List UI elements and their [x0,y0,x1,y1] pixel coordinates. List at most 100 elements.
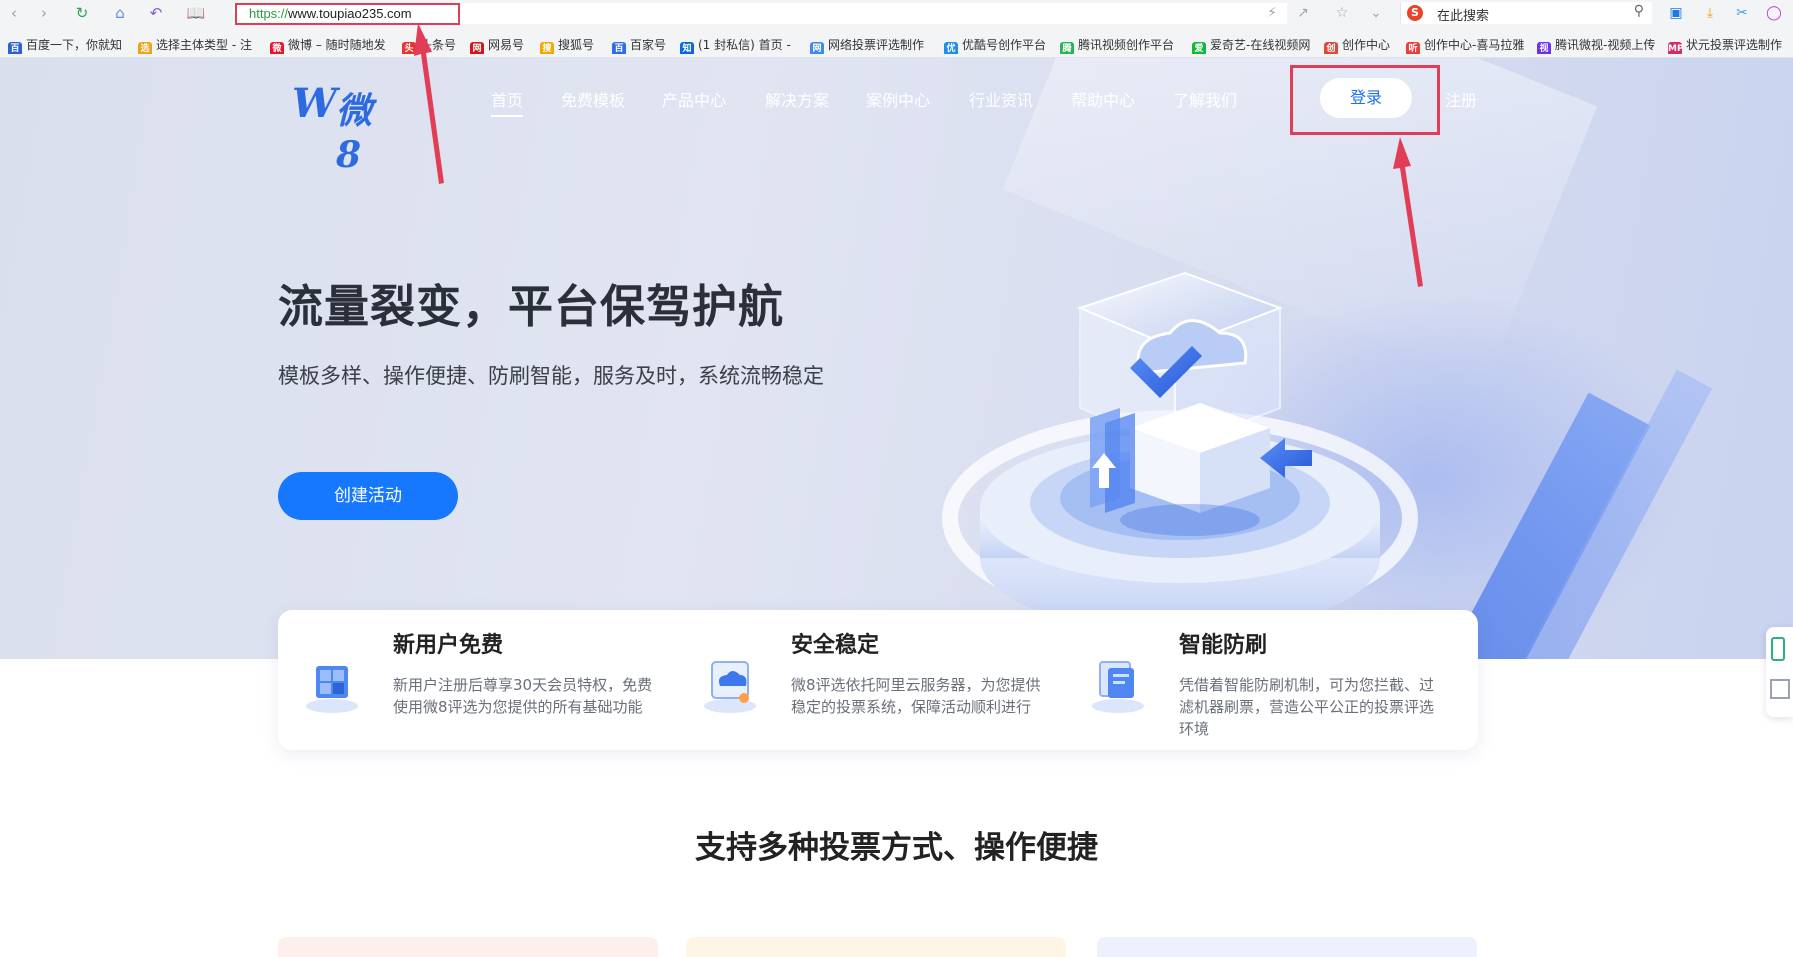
bookmark-label: 创作中心-喜马拉雅 [1424,38,1525,52]
bookmark-label: 百度一下，你就知 [26,38,123,52]
feature-anti-fraud: 智能防刷 凭借着智能防刷机制，可为您拦截、过滤机器刷票，营造公平公正的投票评选环… [1064,610,1478,750]
extension-icon[interactable]: ◯ [1764,3,1784,23]
browser-search[interactable]: S 在此搜索 ⚲ [1400,2,1652,24]
refresh-icon[interactable]: ↻ [72,3,92,23]
bookmark-label: 百家号 [630,38,667,52]
create-activity-button[interactable]: 创建活动 [278,472,458,520]
bookmark-label: 搜狐号 [558,38,595,52]
nav-help[interactable]: 帮助中心 [1071,87,1135,111]
bookmarks-bar: 百百度一下，你就知选选择主体类型 - 注微微博 – 随时随地发头头条号网网易号搜… [0,33,1793,57]
browser-chrome: ‹ › ↻ ⌂ ↶ 📖 https://www.toupiao235.com ⚡… [0,0,1793,58]
bookmark-item[interactable]: 视腾讯微视-视频上传 [1537,36,1663,54]
bookmark-item[interactable]: 听创作中心-喜马拉雅 [1406,36,1532,54]
search-icon[interactable]: ⚲ [1634,3,1644,19]
nav-free-templates[interactable]: 免费模板 [561,87,625,111]
nav-solutions[interactable]: 解决方案 [765,87,829,111]
bookmark-favicon-icon: 头 [402,42,416,54]
feature-desc: 微8评选依托阿里云服务器，为您提供稳定的投票系统，保障活动顺利进行 [791,676,1041,716]
download-icon[interactable]: ⤓ [1700,3,1720,23]
bookmark-favicon-icon: 听 [1406,42,1420,54]
feature-desc: 新用户注册后尊享30天会员特权，免费使用微8评选为您提供的所有基础功能 [393,676,653,716]
share-icon[interactable]: ↗ [1293,3,1313,23]
bookmark-item[interactable]: 搜搜狐号 [540,36,608,54]
bookmark-item[interactable]: 百百度一下，你就知 [8,36,134,54]
bookmark-item[interactable]: 优优酷号创作平台 [944,36,1056,54]
bookmark-item[interactable]: 微微博 – 随时随地发 [270,36,394,54]
bookmark-favicon-icon: 视 [1537,42,1551,54]
bookmark-item[interactable]: 选选择主体类型 - 注 [138,36,266,54]
bookmark-label: 创作中心 [1342,38,1391,52]
bookmark-label: 网络投票评选制作 [828,38,925,52]
vote-type-card[interactable] [1097,937,1477,957]
feature-card: 新用户免费 新用户注册后尊享30天会员特权，免费使用微8评选为您提供的所有基础功… [278,610,1478,750]
vote-type-card[interactable] [278,937,658,957]
bookmark-favicon-icon: 搜 [540,42,554,54]
bookmark-label: 腾讯视频创作平台 [1078,38,1175,52]
bookmark-favicon-icon: 微 [270,42,284,54]
bookmark-item[interactable]: 腾腾讯视频创作平台 [1060,36,1186,54]
browser-toolbar: ‹ › ↻ ⌂ ↶ 📖 https://www.toupiao235.com ⚡… [0,0,1793,27]
section-title: 支持多种投票方式、操作便捷 [695,830,1098,866]
feature-title: 新用户免费 [393,633,504,658]
home-icon[interactable]: ⌂ [110,3,130,23]
bookmark-label: 腾讯微视-视频上传 [1555,38,1656,52]
scissors-icon[interactable]: ✂ [1732,3,1752,23]
lightning-icon[interactable]: ⚡ [1262,3,1282,23]
url-highlight[interactable]: https://www.toupiao235.com [235,3,460,25]
chevron-down-icon[interactable]: ⌄ [1366,3,1386,23]
bookmark-item[interactable]: 网网络投票评选制作 [810,36,936,54]
url-host: www.toupiao235.com [288,6,412,21]
bookmark-item[interactable]: 百百家号 [612,36,676,54]
back-icon[interactable]: ‹ [4,3,24,23]
bookmark-item[interactable]: 网网易号 [470,36,536,54]
star-icon[interactable]: ☆ [1332,3,1352,23]
search-engine-icon[interactable]: S [1407,5,1423,21]
bookmark-item[interactable]: MP 状元投票评选制作 [1668,36,1793,54]
cubes-icon [306,666,358,713]
nav-products[interactable]: 产品中心 [662,87,726,111]
bookmark-favicon-icon: 网 [470,42,484,54]
bookmark-label: 选择主体类型 - 注 [156,38,252,52]
search-input[interactable]: 在此搜索 [1437,5,1489,24]
vote-type-card[interactable] [686,937,1066,957]
nav-home[interactable]: 首页 [491,87,524,117]
hero-subline: 模板多样、操作便捷、防刷智能，服务及时，系统流畅稳定 [278,364,824,388]
bookmark-favicon-icon: 优 [944,42,958,54]
floating-side-tab[interactable] [1766,627,1793,717]
bookmark-label: 状元投票评选制作 [1686,38,1783,52]
bookmark-label: 优酷号创作平台 [962,38,1047,52]
bookmark-item[interactable]: 知 (1 封私信) 首页 - [680,36,798,54]
login-button[interactable]: 登录 [1320,78,1412,118]
bookmark-label: 网易号 [488,38,525,52]
feature-desc: 凭借着智能防刷机制，可为您拦截、过滤机器刷票，营造公平公正的投票评选环境 [1179,676,1435,738]
cloud-server-icon [704,661,756,713]
undo-icon[interactable]: ↶ [146,3,166,23]
bookmark-favicon-icon: 腾 [1060,42,1074,54]
bookmark-label: (1 封私信) 首页 - [698,38,791,52]
nav-about[interactable]: 了解我们 [1173,87,1237,111]
bookmark-label: 微博 – 随时随地发 [288,38,386,52]
hero-headline: 流量裂变，平台保驾护航 [278,280,785,333]
phone-icon[interactable] [1771,637,1785,661]
bookmark-item[interactable]: 创创作中心 [1324,36,1402,54]
feature-security: 安全稳定 微8评选依托阿里云服务器，为您提供稳定的投票系统，保障活动顺利进行 [676,610,1076,750]
bookmark-favicon-icon: 爱 [1192,42,1206,54]
bookmark-favicon-icon: 网 [810,42,824,54]
forward-icon[interactable]: › [34,3,54,23]
register-link[interactable]: 注册 [1445,87,1477,111]
nav-news[interactable]: 行业资讯 [969,87,1033,111]
hero-illustration [942,271,1418,633]
nav-cases[interactable]: 案例中心 [866,87,930,111]
translate-icon[interactable]: ▣ [1666,3,1686,23]
reader-icon[interactable]: 📖 [186,3,206,23]
qr-code-icon[interactable] [1770,679,1790,699]
shield-screen-icon [1092,661,1144,713]
bookmark-favicon-icon: 创 [1324,42,1338,54]
url-scheme: https:// [249,6,289,21]
bookmark-item[interactable]: 头头条号 [402,36,466,54]
logo-text: 微8 [336,90,373,176]
feature-title: 智能防刷 [1179,633,1268,658]
bookmark-favicon-icon: 百 [8,42,22,54]
bookmark-favicon-icon: MP [1668,42,1684,54]
bookmark-item[interactable]: 爱爱奇艺-在线视频网 [1192,36,1318,54]
